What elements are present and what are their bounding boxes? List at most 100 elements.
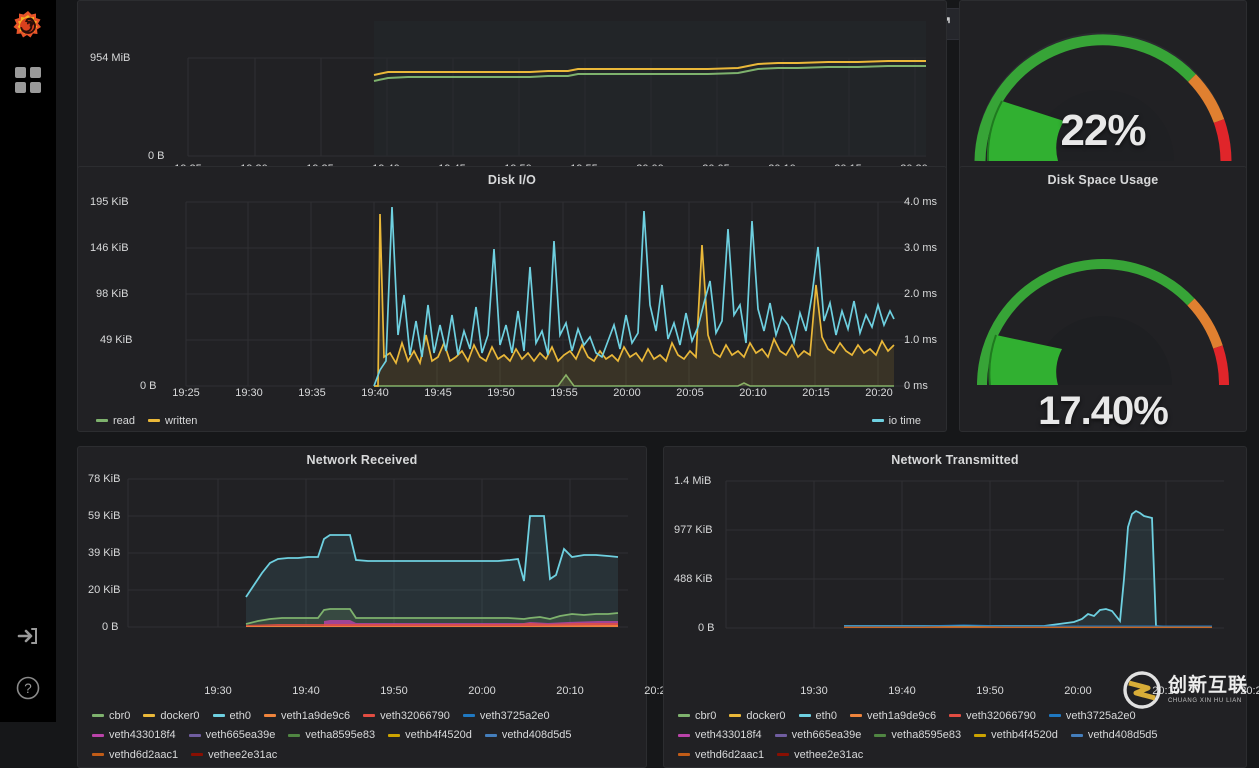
legend-label: veth665ea39e [206, 726, 276, 744]
disk-io-y-right-4: 0 ms [904, 380, 928, 392]
legend-label: veth433018f4 [695, 726, 762, 744]
nt-y-tick-0: 1.4 MiB [674, 475, 711, 487]
legend-color-swatch [678, 734, 690, 737]
legend-label: vethee2e31ac [208, 746, 277, 764]
network-received-legend-item[interactable]: vetha8595e83 [288, 726, 375, 744]
legend-color-swatch [777, 753, 789, 756]
legend-label: vethd6d2aac1 [695, 746, 764, 764]
disk-io-x-tick-0: 19:25 [172, 387, 200, 399]
legend-label: io time [889, 415, 921, 427]
nt-y-tick-2: 488 KiB [674, 573, 713, 585]
disk-io-title: Disk I/O [78, 167, 946, 187]
network-received-legend-item[interactable]: vethee2e31ac [191, 746, 277, 764]
network-transmitted-x-tick-0: 19:30 [800, 685, 828, 697]
disk-space-value: 17.40% [1038, 389, 1168, 434]
legend-label: vethd408d5d5 [1088, 726, 1158, 744]
legend-label: vethee2e31ac [794, 746, 863, 764]
sign-in-icon [16, 624, 40, 648]
network-transmitted-legend-item[interactable]: vetha8595e83 [874, 726, 961, 744]
legend-color-swatch [799, 714, 811, 717]
legend-color-swatch [678, 714, 690, 717]
legend-label: vethb4f4520d [991, 726, 1058, 744]
legend-color-swatch [388, 734, 400, 737]
legend-color-swatch [92, 714, 104, 717]
dashboards-icon [15, 67, 41, 93]
nr-y-tick-1: 59 KiB [88, 510, 120, 522]
legend-color-swatch [92, 753, 104, 756]
legend-color-swatch [213, 714, 225, 717]
network-transmitted-x-tick-2: 19:50 [976, 685, 1004, 697]
network-transmitted-x-tick-5: 20:20 [1240, 685, 1259, 697]
network-transmitted-chart [664, 469, 1246, 659]
nr-y-tick-0: 78 KiB [88, 473, 120, 485]
network-transmitted-legend: cbr0docker0eth0veth1a9de9c6veth32066790v… [678, 705, 1238, 764]
panel-network-transmitted: Network Transmitted 1.4 Mi [663, 446, 1247, 768]
disk-io-x-tick-5: 19:50 [487, 387, 515, 399]
network-transmitted-legend-item[interactable]: vethd6d2aac1 [678, 746, 764, 764]
legend-color-swatch [463, 714, 475, 717]
dashboard-canvas: 954 MiB 0 B 19:2519:3019:3519:4019:4519:… [56, 48, 1259, 722]
network-transmitted-legend-item[interactable]: vethd408d5d5 [1071, 726, 1158, 744]
help-icon: ? [15, 675, 41, 701]
legend-color-swatch [1049, 714, 1061, 717]
memory-y-tick-0: 954 MiB [90, 52, 130, 64]
legend-color-swatch [678, 753, 690, 756]
network-received-legend-item[interactable]: vethd408d5d5 [485, 726, 572, 744]
network-received-legend-item[interactable]: vethb4f4520d [388, 726, 472, 744]
legend-color-swatch [485, 734, 497, 737]
sidebar-item-dashboards[interactable] [0, 52, 56, 108]
memory-y-tick-1: 0 B [148, 150, 165, 162]
nt-y-tick-1: 977 KiB [674, 524, 713, 536]
disk-io-x-tick-4: 19:45 [424, 387, 452, 399]
legend-color-swatch [189, 734, 201, 737]
legend-color-swatch [92, 734, 104, 737]
disk-io-chart [78, 185, 946, 405]
legend-color-swatch [974, 734, 986, 737]
network-received-legend: cbr0docker0eth0veth1a9de9c6veth32066790v… [92, 705, 640, 764]
network-received-legend-item[interactable]: veth665ea39e [189, 726, 276, 744]
disk-io-y-left-2: 98 KiB [96, 288, 128, 300]
disk-io-x-tick-7: 20:00 [613, 387, 641, 399]
network-transmitted-legend-item[interactable]: vethee2e31ac [777, 746, 863, 764]
legend-label: read [113, 415, 135, 427]
cpu-gauge-value: 22% [1060, 106, 1145, 156]
legend-color-swatch [850, 714, 862, 717]
disk-io-x-tick-3: 19:40 [361, 387, 389, 399]
network-received-legend-item[interactable]: veth433018f4 [92, 726, 176, 744]
legend-color-swatch [191, 753, 203, 756]
disk-io-x-tick-11: 20:20 [865, 387, 893, 399]
disk-io-y-right-3: 1.0 ms [904, 334, 937, 346]
legend-label: vethd408d5d5 [502, 726, 572, 744]
network-transmitted-legend-item[interactable]: veth665ea39e [775, 726, 862, 744]
disk-io-legend-item[interactable]: written [148, 415, 197, 427]
legend-color-swatch [148, 419, 160, 422]
network-received-legend-item[interactable]: vethd6d2aac1 [92, 746, 178, 764]
legend-label: vethb4f4520d [405, 726, 472, 744]
side-menu: ? [0, 0, 56, 722]
legend-color-swatch [729, 714, 741, 717]
disk-io-y-right-2: 2.0 ms [904, 288, 937, 300]
nr-y-tick-3: 20 KiB [88, 584, 120, 596]
legend-color-swatch [96, 419, 108, 422]
disk-io-y-left-4: 0 B [140, 380, 157, 392]
disk-io-legend-item[interactable]: io time [872, 415, 921, 427]
sign-in-button[interactable] [0, 610, 56, 662]
disk-io-legend-item[interactable]: read [96, 415, 135, 427]
legend-color-swatch [143, 714, 155, 717]
legend-label: written [165, 415, 197, 427]
help-button[interactable]: ? [0, 662, 56, 714]
network-received-x-tick-2: 19:50 [380, 685, 408, 697]
disk-io-x-tick-1: 19:30 [235, 387, 263, 399]
disk-io-legend-left: read written [96, 413, 210, 427]
disk-io-x-tick-6: 19:55 [550, 387, 578, 399]
legend-color-swatch [1071, 734, 1083, 737]
disk-io-x-tick-8: 20:05 [676, 387, 704, 399]
panel-disk-space: Disk Space Usage 17.40% [959, 166, 1247, 432]
network-transmitted-legend-item[interactable]: vethb4f4520d [974, 726, 1058, 744]
network-received-title: Network Received [78, 447, 646, 467]
nr-y-tick-4: 0 B [102, 621, 119, 633]
disk-io-x-tick-9: 20:10 [739, 387, 767, 399]
grafana-logo[interactable] [0, 0, 56, 52]
network-transmitted-legend-item[interactable]: veth433018f4 [678, 726, 762, 744]
network-transmitted-x-tick-3: 20:00 [1064, 685, 1092, 697]
